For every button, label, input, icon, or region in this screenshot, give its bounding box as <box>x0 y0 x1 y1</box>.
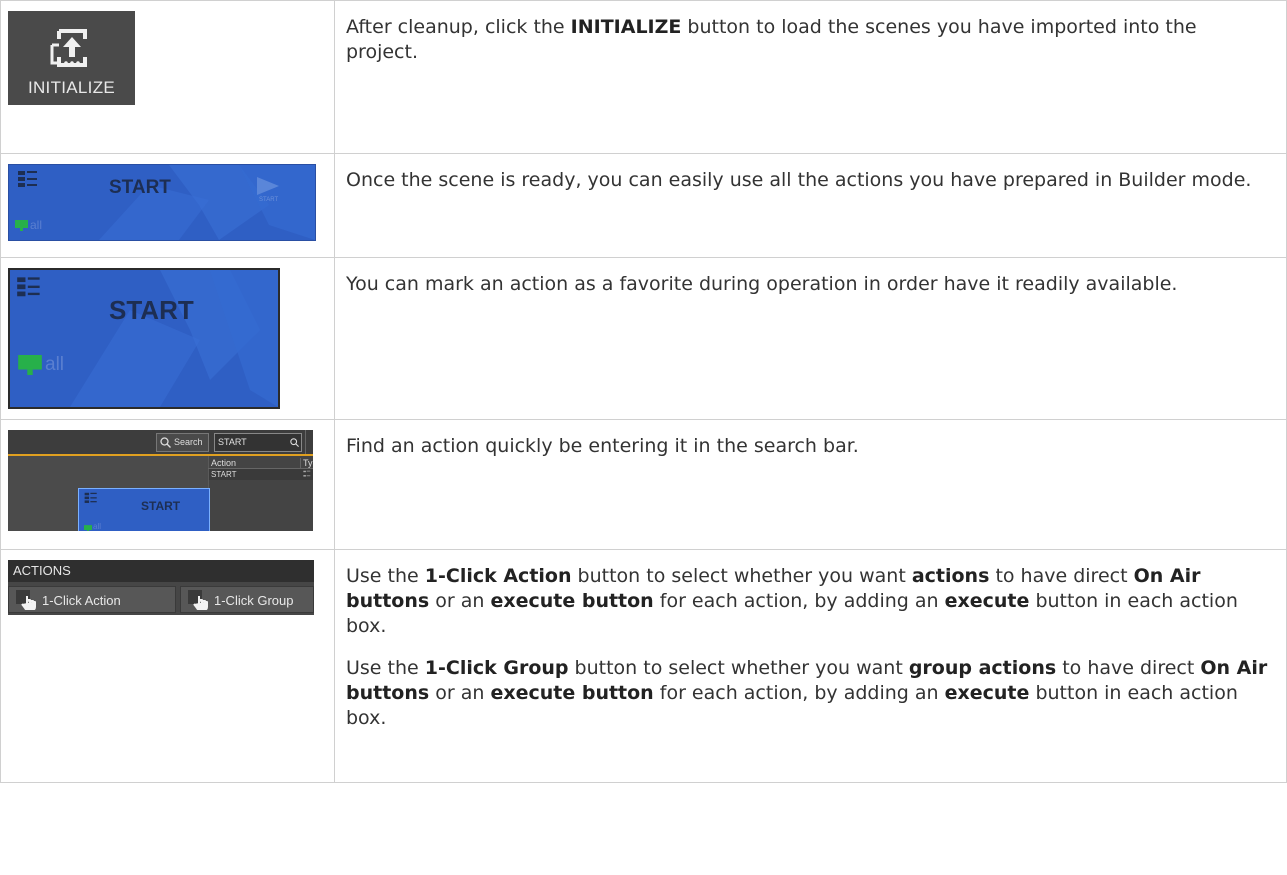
search-icon <box>160 437 171 448</box>
hand-pointer-icon <box>16 590 36 610</box>
play-icon[interactable] <box>257 177 279 195</box>
instruction-table: INITIALIZE After cleanup, click the INIT… <box>0 0 1287 783</box>
monitor-icon <box>18 355 42 375</box>
image-cell: Search START Action Typ START <box>0 419 335 550</box>
emphasis-term: execute button <box>490 682 654 704</box>
initialize-label: INITIALIZE <box>27 78 116 97</box>
emphasis-term: execute button <box>490 590 654 612</box>
monitor-icon <box>84 525 92 531</box>
emphasis-term: 1-Click Action <box>424 565 572 587</box>
scene-list-icon <box>303 470 311 477</box>
favorite-action-box[interactable]: START all <box>8 268 280 409</box>
search-button[interactable]: Search <box>156 433 209 452</box>
description-paragraph: Once the scene is ready, you can easily … <box>346 169 1252 191</box>
channel-badge: all <box>93 522 102 531</box>
emphasis-term: 1-Click Group <box>424 657 569 679</box>
search-button-label: Search <box>174 437 203 447</box>
scene-list-icon <box>18 171 37 187</box>
search-input[interactable]: START <box>214 433 302 452</box>
one-click-action-button[interactable]: 1-Click Action <box>8 586 176 613</box>
one-click-group-label: 1-Click Group <box>214 593 294 608</box>
initialize-icon <box>50 29 87 67</box>
description-paragraph: Use the 1-Click Group button to select w… <box>346 657 1268 729</box>
found-action-box[interactable]: START all <box>78 488 210 531</box>
play-label: START <box>259 197 279 203</box>
channel-badge: all <box>30 218 43 232</box>
description-cell: Once the scene is ready, you can easily … <box>334 153 1287 258</box>
table-row: Search START Action Typ START <box>0 419 1287 550</box>
image-cell: INITIALIZE <box>0 0 335 154</box>
description-paragraph: Find an action quickly be entering it in… <box>346 435 859 457</box>
emphasis-term: INITIALIZE <box>570 16 682 38</box>
search-input-value: START <box>218 437 247 447</box>
one-click-action-label: 1-Click Action <box>42 593 121 608</box>
action-title: START <box>109 177 171 198</box>
scene-list-icon <box>84 492 97 503</box>
actions-panel: ACTIONS 1-Click Action 1-Click Group <box>8 560 314 615</box>
description-cell: You can mark an action as a favorite dur… <box>334 257 1287 420</box>
table-row: ACTIONS 1-Click Action 1-Click Group Use… <box>0 549 1287 783</box>
table-row: INITIALIZE After cleanup, click the INIT… <box>0 0 1287 154</box>
search-pane: Search START Action Typ START <box>8 430 313 531</box>
one-click-group-button[interactable]: 1-Click Group <box>180 586 314 613</box>
search-icon <box>290 438 299 447</box>
action-background-decor <box>70 270 278 407</box>
image-cell: START START all <box>0 153 335 258</box>
results-header-type: Typ <box>300 458 313 468</box>
search-result-row[interactable]: START <box>209 469 313 480</box>
scene-list-icon <box>17 277 40 297</box>
action-title: START <box>141 499 181 513</box>
action-title: START <box>109 295 194 325</box>
table-row: START all You can mark an action as a fa… <box>0 257 1287 420</box>
image-cell: START all <box>0 257 335 420</box>
description-cell: After cleanup, click the INITIALIZE butt… <box>334 0 1287 154</box>
action-box-start[interactable]: START START all <box>8 164 316 241</box>
hand-pointer-icon <box>188 590 208 610</box>
channel-badge: all <box>45 354 65 375</box>
emphasis-term: actions <box>911 565 990 587</box>
description-paragraph: After cleanup, click the INITIALIZE butt… <box>346 16 1197 63</box>
table-row: START START all Once the scene is ready,… <box>0 153 1287 258</box>
image-cell: ACTIONS 1-Click Action 1-Click Group <box>0 549 335 783</box>
monitor-icon <box>15 220 28 231</box>
description-paragraph: Use the 1-Click Action button to select … <box>346 565 1238 637</box>
initialize-button[interactable]: INITIALIZE <box>8 11 135 105</box>
emphasis-term: execute <box>944 590 1030 612</box>
emphasis-term: group actions <box>908 657 1057 679</box>
search-result-label: START <box>211 470 237 479</box>
actions-panel-header: ACTIONS <box>8 560 314 582</box>
description-paragraph: You can mark an action as a favorite dur… <box>346 273 1178 295</box>
description-cell: Find an action quickly be entering it in… <box>334 419 1287 550</box>
results-header-action: Action <box>211 458 237 468</box>
emphasis-term: execute <box>944 682 1030 704</box>
description-cell: Use the 1-Click Action button to select … <box>334 549 1287 783</box>
